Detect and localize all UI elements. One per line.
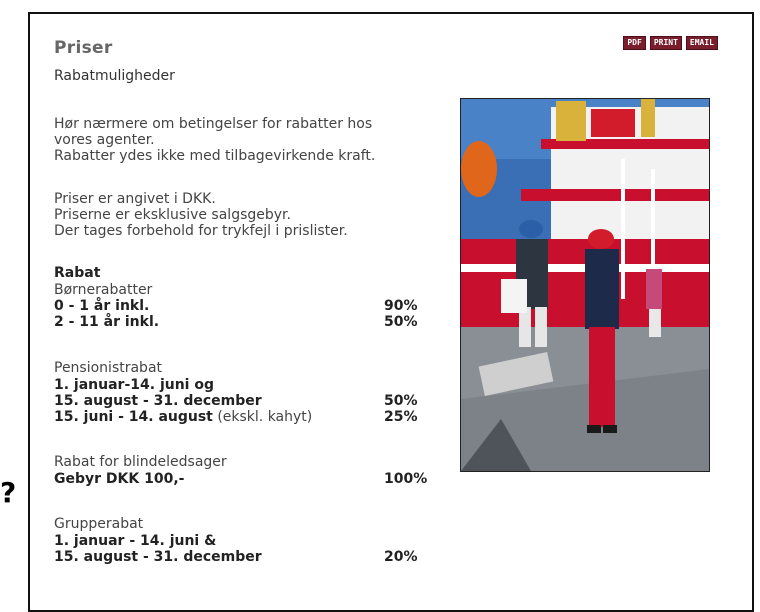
pdf-button[interactable]: PDF [623,36,646,50]
discount-label: 1. januar-14. juni og [54,377,214,393]
intro-line: Hør nærmere om betingelser for rabatter … [54,116,373,132]
page-title: Priser [54,38,113,58]
pension-discount-caption: Pensionistrabat [54,360,163,376]
discount-label: 15. august - 31. december [54,549,262,565]
price-panel: Priser PDF PRINT EMAIL Rabatmuligheder H… [28,12,754,612]
note-line: Priserne er eksklusive salgsgebyr. [54,207,291,223]
children-discount-caption: Børnerabatter [54,282,153,298]
discount-label: 15. juni - 14. august [54,409,213,425]
discount-row: 15. juni - 14. august (ekskl. kahyt) 25% [54,409,418,425]
discount-percent: 50% [384,314,418,330]
discount-row: 1. januar-14. juni og [54,377,214,393]
discount-percent: 50% [384,393,418,409]
discount-label: 2 - 11 år inkl. [54,314,160,330]
discount-percent: 100% [384,471,428,487]
action-buttons: PDF PRINT EMAIL [623,36,718,50]
ship-photo [460,98,710,472]
side-question-mark: ? [0,476,17,509]
email-button[interactable]: EMAIL [685,36,718,50]
intro-line: Rabatter ydes ikke med tilbagevirkende k… [54,148,376,164]
price-notes: Priser er angivet i DKK. Priserne er eks… [54,191,348,239]
discount-row: 15. august - 31. december 20% [54,549,418,565]
discount-label: 1. januar - 14. juni & [54,533,217,549]
rabat-heading: Rabat [54,265,101,281]
discount-row: Gebyr DKK 100,- 100% [54,471,427,487]
discount-label: 0 - 1 år inkl. [54,298,150,314]
discount-percent: 90% [384,298,418,314]
discount-note: (ekskl. kahyt) [212,409,313,425]
discount-percent: 25% [384,409,418,425]
discount-label: Gebyr DKK 100,- [54,471,185,487]
note-line: Priser er angivet i DKK. [54,191,216,207]
discount-percent: 20% [384,549,418,565]
discount-row: 0 - 1 år inkl. 90% [54,298,418,314]
note-line: Der tages forbehold for trykfejl i prisl… [54,223,348,239]
discount-row: 1. januar - 14. juni & [54,533,216,549]
discount-label: 15. august - 31. december [54,393,262,409]
print-button[interactable]: PRINT [649,36,682,50]
ship-photo-illustration [461,99,709,471]
intro-line: vores agenter. [54,132,155,148]
page-subtitle: Rabatmuligheder [54,68,175,84]
blind-discount-caption: Rabat for blindeledsager [54,454,227,470]
group-discount-caption: Grupperabat [54,516,144,532]
intro-text: Hør nærmere om betingelser for rabatter … [54,116,375,164]
discount-row: 15. august - 31. december 50% [54,393,418,409]
discount-row: 2 - 11 år inkl. 50% [54,314,418,330]
